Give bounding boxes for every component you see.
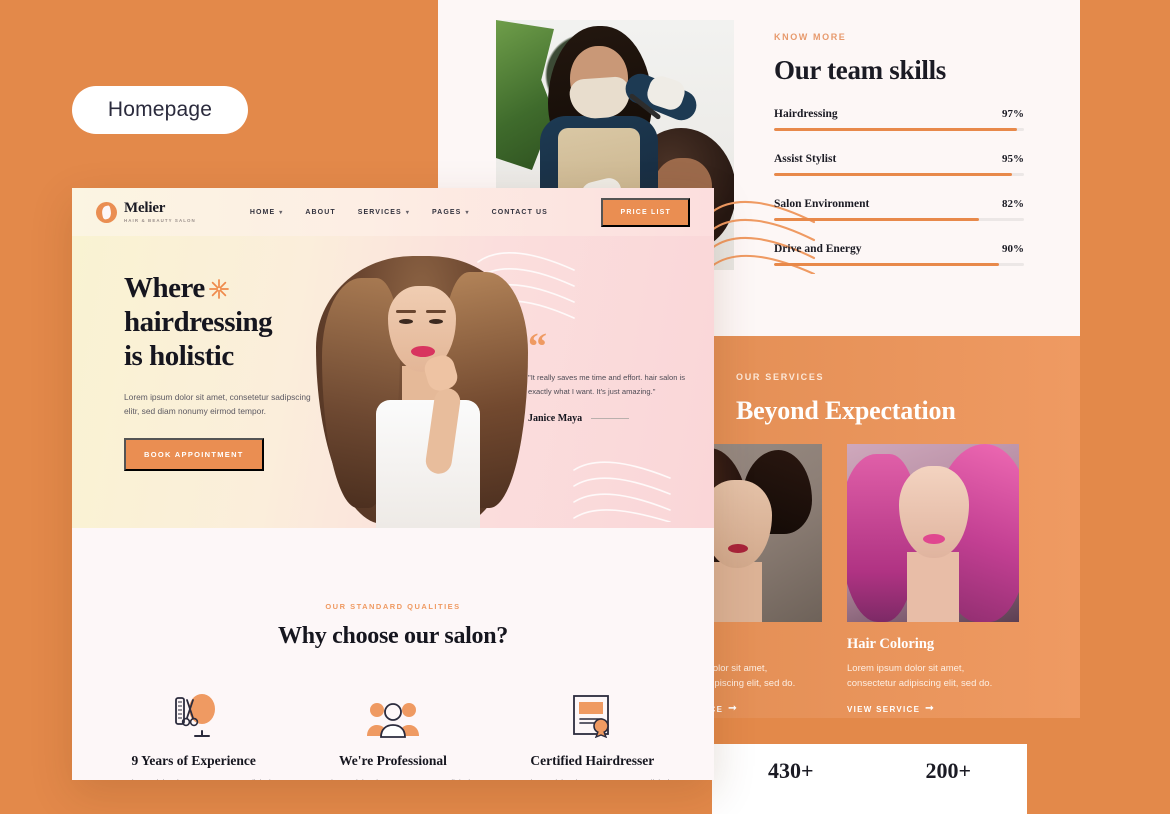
homepage-badge-label: Homepage <box>107 98 213 121</box>
skill-fill <box>774 218 979 221</box>
nav-label: HOME <box>249 208 276 216</box>
service-name: Hair Coloring <box>847 636 935 652</box>
sparkle-icon <box>208 274 229 299</box>
skill-percent: 90% <box>1002 243 1024 255</box>
skill-percent: 82% <box>1002 198 1024 210</box>
view-service-link[interactable]: VIEW SERVICE ➞ <box>847 704 1019 714</box>
services-eyebrow: OUR SERVICES <box>736 372 825 382</box>
why-title: Why choose our salon? <box>278 623 508 649</box>
skill-name: Drive and Energy <box>774 243 862 255</box>
feature-list: 9 Years of Experience Lorem ipsum dolor … <box>72 692 714 780</box>
certificate-icon <box>505 692 680 738</box>
logo-name: Melier <box>124 199 166 216</box>
skill-row: Hairdressing 97% <box>774 108 1024 131</box>
why-eyebrow: OUR STANDARD QUALITIES <box>325 602 461 611</box>
view-service-label: VIEW SERVICE <box>847 704 921 714</box>
logo-tagline: HAIR & BEAUTY SALON <box>124 217 196 223</box>
chevron-down-icon: ▾ <box>405 209 410 216</box>
hero-title-line1: Where <box>124 272 205 304</box>
skill-name: Hairdressing <box>774 108 838 120</box>
why-choose-section: OUR STANDARD QUALITIES Why choose our sa… <box>72 528 714 780</box>
skills-content: KNOW MORE Our team skills Hairdressing 9… <box>774 32 1024 266</box>
arrow-right-icon: ➞ <box>925 703 935 715</box>
skill-track <box>774 173 1024 176</box>
site-navbar: Melier HAIR & BEAUTY SALON HOME ▾ ABOUT … <box>72 188 714 236</box>
feature-title: Certified Hairdresser <box>530 753 655 768</box>
services-title: Beyond Expectation <box>736 396 956 425</box>
nav-label: CONTACT US <box>491 208 548 216</box>
skill-name: Assist Stylist <box>774 153 837 165</box>
skill-row: Salon Environment 82% <box>774 198 1024 221</box>
feature-item: We're Professional Lorem ipsum dolor sit… <box>293 692 492 780</box>
skills-title: Our team skills <box>774 55 947 85</box>
testimonial-text: "It really saves me time and effort. hai… <box>528 372 686 396</box>
hero-model-photo <box>310 238 532 528</box>
nav-label: PAGES <box>431 208 462 216</box>
stat-value: 200+ <box>925 758 972 783</box>
service-card[interactable]: Hair Coloring Lorem ipsum dolor sit amet… <box>847 444 1019 718</box>
quote-mark-icon: “ <box>528 326 547 368</box>
nav-label: ABOUT <box>305 208 336 216</box>
stats-card: 430+ 200+ <box>712 744 1027 814</box>
homepage-mockup: Melier HAIR & BEAUTY SALON HOME ▾ ABOUT … <box>72 188 714 780</box>
author-divider <box>591 417 630 419</box>
stat-value: 430+ <box>767 758 814 783</box>
feature-title: We're Professional <box>339 753 447 768</box>
hero-title-line3: is holistic <box>124 339 234 372</box>
skill-percent: 97% <box>1002 108 1024 120</box>
skill-track <box>774 263 1024 266</box>
feature-title: 9 Years of Experience <box>131 753 256 768</box>
chevron-down-icon: ▾ <box>279 209 284 216</box>
hero-testimonial: “ "It really saves me time and effort. h… <box>528 326 688 424</box>
skill-row: Drive and Energy 90% <box>774 243 1024 266</box>
services-header: OUR SERVICES Beyond Expectation <box>736 372 1066 426</box>
hero-section: Where hairdressing is holistic Lorem ips… <box>72 236 714 528</box>
feature-item: 9 Years of Experience Lorem ipsum dolor … <box>94 692 293 780</box>
skill-track <box>774 128 1024 131</box>
book-appointment-button[interactable]: BOOK APPOINTMENT <box>124 438 264 472</box>
logo-mark-icon <box>96 201 117 223</box>
skill-percent: 95% <box>1002 153 1024 165</box>
brand-logo[interactable]: Melier HAIR & BEAUTY SALON <box>96 199 196 223</box>
arrow-right-icon: ➞ <box>728 703 738 715</box>
author-name: Janice Maya <box>528 412 583 424</box>
skill-row: Assist Stylist 95% <box>774 153 1024 176</box>
design-showcase-canvas: KNOW MORE Our team skills Hairdressing 9… <box>0 0 1170 814</box>
skills-eyebrow: KNOW MORE <box>774 32 847 42</box>
hero-title-line2: hairdressing <box>124 305 273 338</box>
skill-track <box>774 218 1024 221</box>
service-description: Lorem ipsum dolor sit amet, consectetur … <box>847 663 993 689</box>
nav-links: HOME ▾ ABOUT SERVICES ▾ PAGES ▾ CONTACT … <box>250 209 548 216</box>
nav-item-services[interactable]: SERVICES ▾ <box>358 209 410 216</box>
skill-fill <box>774 263 999 266</box>
nav-item-about[interactable]: ABOUT <box>305 209 335 216</box>
homepage-badge: Homepage <box>72 86 248 134</box>
nav-item-pages[interactable]: PAGES ▾ <box>432 209 470 216</box>
hero-paragraph: Lorem ipsum dolor sit amet, consetetur s… <box>124 391 311 417</box>
skill-fill <box>774 173 1012 176</box>
nav-label: SERVICES <box>357 208 402 216</box>
skill-name: Salon Environment <box>774 198 870 210</box>
team-icon <box>305 692 480 738</box>
price-list-button[interactable]: PRICE LIST <box>601 197 690 227</box>
mirror-scissors-icon <box>106 692 281 738</box>
nav-item-home[interactable]: HOME ▾ <box>250 209 284 216</box>
service-photo-hair-coloring <box>847 444 1019 622</box>
chevron-down-icon: ▾ <box>465 209 470 216</box>
testimonial-author: Janice Maya <box>528 413 688 424</box>
wave-decoration-white-bottom <box>573 461 671 522</box>
nav-item-contact-us[interactable]: CONTACT US <box>492 209 548 216</box>
feature-item: Certified Hairdresser Lorem ipsum dolor … <box>493 692 692 780</box>
skill-fill <box>774 128 1017 131</box>
